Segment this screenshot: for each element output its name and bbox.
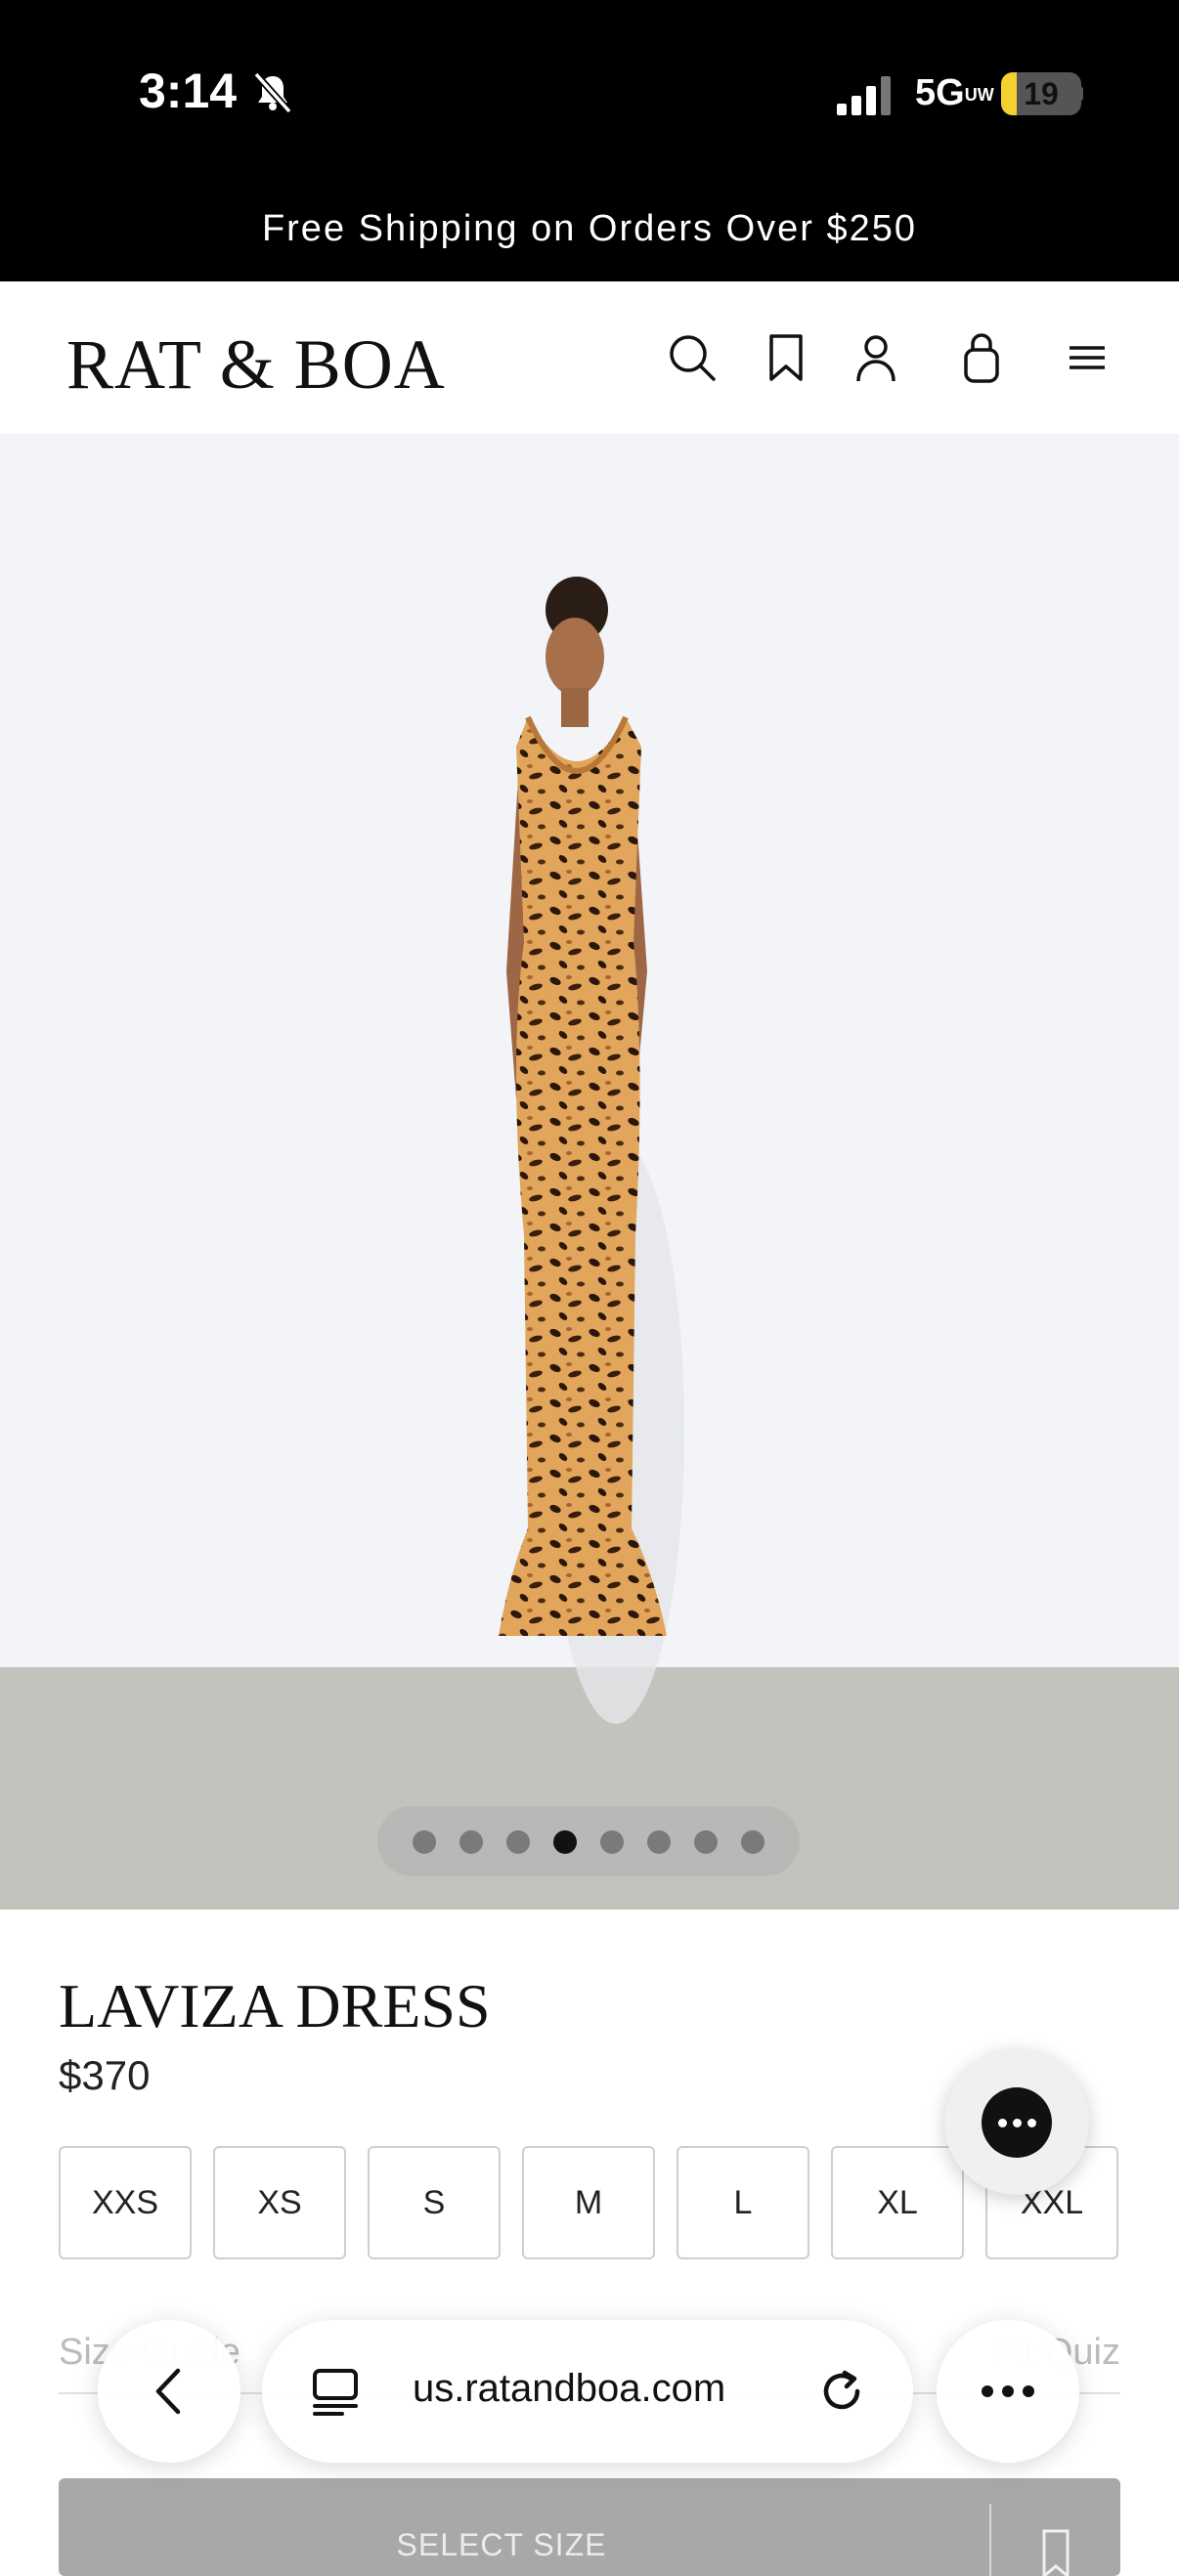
search-icon[interactable] xyxy=(665,330,720,385)
pagination-dot[interactable] xyxy=(459,1830,483,1854)
size-option-l[interactable]: L xyxy=(677,2146,809,2259)
ellipsis-icon xyxy=(982,2385,1034,2397)
browser-more-button[interactable] xyxy=(937,2320,1079,2463)
bookmark-icon[interactable] xyxy=(759,330,813,385)
silent-bell-icon xyxy=(253,71,292,114)
status-time: 3:14 xyxy=(139,64,238,118)
account-icon[interactable] xyxy=(849,330,903,385)
select-size-label: SELECT SIZE xyxy=(396,2527,607,2562)
battery-level: 19 xyxy=(1024,76,1059,111)
chevron-left-icon xyxy=(155,2368,181,2415)
wishlist-bookmark-icon[interactable] xyxy=(1036,2527,1075,2576)
pagination-dot-active[interactable] xyxy=(553,1830,577,1854)
chat-button[interactable] xyxy=(944,2050,1089,2195)
size-option-xs[interactable]: XS xyxy=(213,2146,346,2259)
pagination-dot[interactable] xyxy=(413,1830,436,1854)
pagination-dot[interactable] xyxy=(506,1830,530,1854)
site-header: RAT & BOA xyxy=(0,281,1179,434)
size-option-s[interactable]: S xyxy=(368,2146,501,2259)
network-type: 5GUW xyxy=(915,72,994,113)
tabs-icon[interactable] xyxy=(311,2367,360,2418)
browser-back-button[interactable] xyxy=(98,2320,240,2463)
size-option-xxs[interactable]: XXS xyxy=(59,2146,192,2259)
url-text: us.ratandboa.com xyxy=(413,2367,726,2410)
chat-icon xyxy=(982,2087,1052,2158)
brand-logo[interactable]: RAT & BOA xyxy=(66,324,446,406)
status-bar: 3:14 5GUW 19 xyxy=(0,0,1179,192)
promo-banner[interactable]: Free Shipping on Orders Over $250 xyxy=(0,192,1179,281)
size-option-m[interactable]: M xyxy=(522,2146,655,2259)
gallery-pagination xyxy=(377,1806,800,1876)
product-image[interactable] xyxy=(0,434,1179,1910)
pagination-dot[interactable] xyxy=(694,1830,718,1854)
pagination-dot[interactable] xyxy=(741,1830,764,1854)
bag-icon[interactable] xyxy=(954,330,1009,385)
browser-address-bar[interactable]: us.ratandboa.com xyxy=(262,2320,913,2463)
model-figure xyxy=(499,577,684,1724)
product-price: $370 xyxy=(59,2052,151,2098)
menu-icon[interactable] xyxy=(1060,330,1114,385)
pagination-dot[interactable] xyxy=(600,1830,624,1854)
signal-icon xyxy=(837,76,891,115)
pagination-dot[interactable] xyxy=(647,1830,671,1854)
product-title: LAVIZA DRESS xyxy=(59,1971,491,2040)
select-size-button[interactable]: SELECT SIZE xyxy=(59,2478,1120,2576)
reload-icon[interactable] xyxy=(815,2365,868,2418)
battery-icon: 19 xyxy=(1001,72,1081,115)
size-option-xl[interactable]: XL xyxy=(831,2146,964,2259)
